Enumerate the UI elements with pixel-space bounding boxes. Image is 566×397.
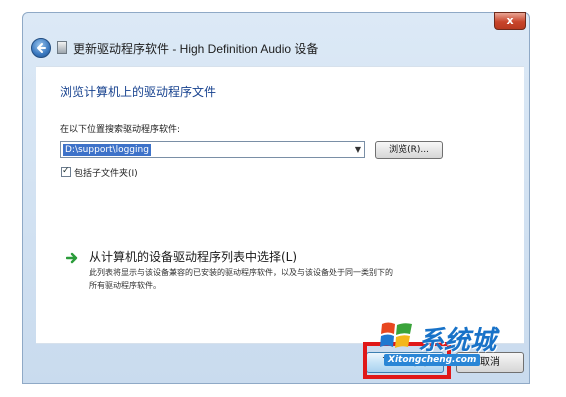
path-combobox[interactable]: D:\support\logging ▼: [60, 141, 365, 158]
path-input-value[interactable]: D:\support\logging: [63, 144, 151, 156]
checkmark-icon: ✓: [62, 166, 70, 176]
description-line-1: 此列表将显示与该设备兼容的已安装的驱动程序软件，以及与该设备处于同一类别下的: [89, 268, 393, 277]
pick-from-list-description: 此列表将显示与该设备兼容的已安装的驱动程序软件，以及与该设备处于同一类别下的 所…: [89, 266, 489, 292]
include-subfolders-label[interactable]: 包括子文件夹(I): [74, 166, 138, 179]
include-subfolders-checkbox[interactable]: ✓: [61, 166, 71, 177]
close-button[interactable]: x: [494, 12, 526, 30]
window-title: 更新驱动程序软件 - High Definition Audio 设备: [73, 42, 319, 56]
highlight-box: [363, 342, 451, 379]
description-line-2: 所有驱动程序软件。: [89, 281, 161, 290]
green-arrow-icon: [66, 252, 78, 264]
search-location-label: 在以下位置搜索驱动程序软件:: [60, 125, 181, 135]
pick-from-list-link[interactable]: 从计算机的设备驱动程序列表中选择(L): [89, 248, 297, 265]
browse-button[interactable]: 浏览(R)...: [375, 141, 443, 159]
page-heading: 浏览计算机上的驱动程序文件: [60, 85, 217, 99]
back-arrow-icon: [37, 43, 46, 53]
close-icon: x: [506, 14, 514, 27]
device-icon: [57, 41, 67, 54]
content-panel: [36, 66, 524, 344]
back-button[interactable]: [31, 38, 51, 58]
chevron-down-icon[interactable]: ▼: [355, 145, 361, 155]
cancel-button[interactable]: 取消: [456, 352, 524, 373]
